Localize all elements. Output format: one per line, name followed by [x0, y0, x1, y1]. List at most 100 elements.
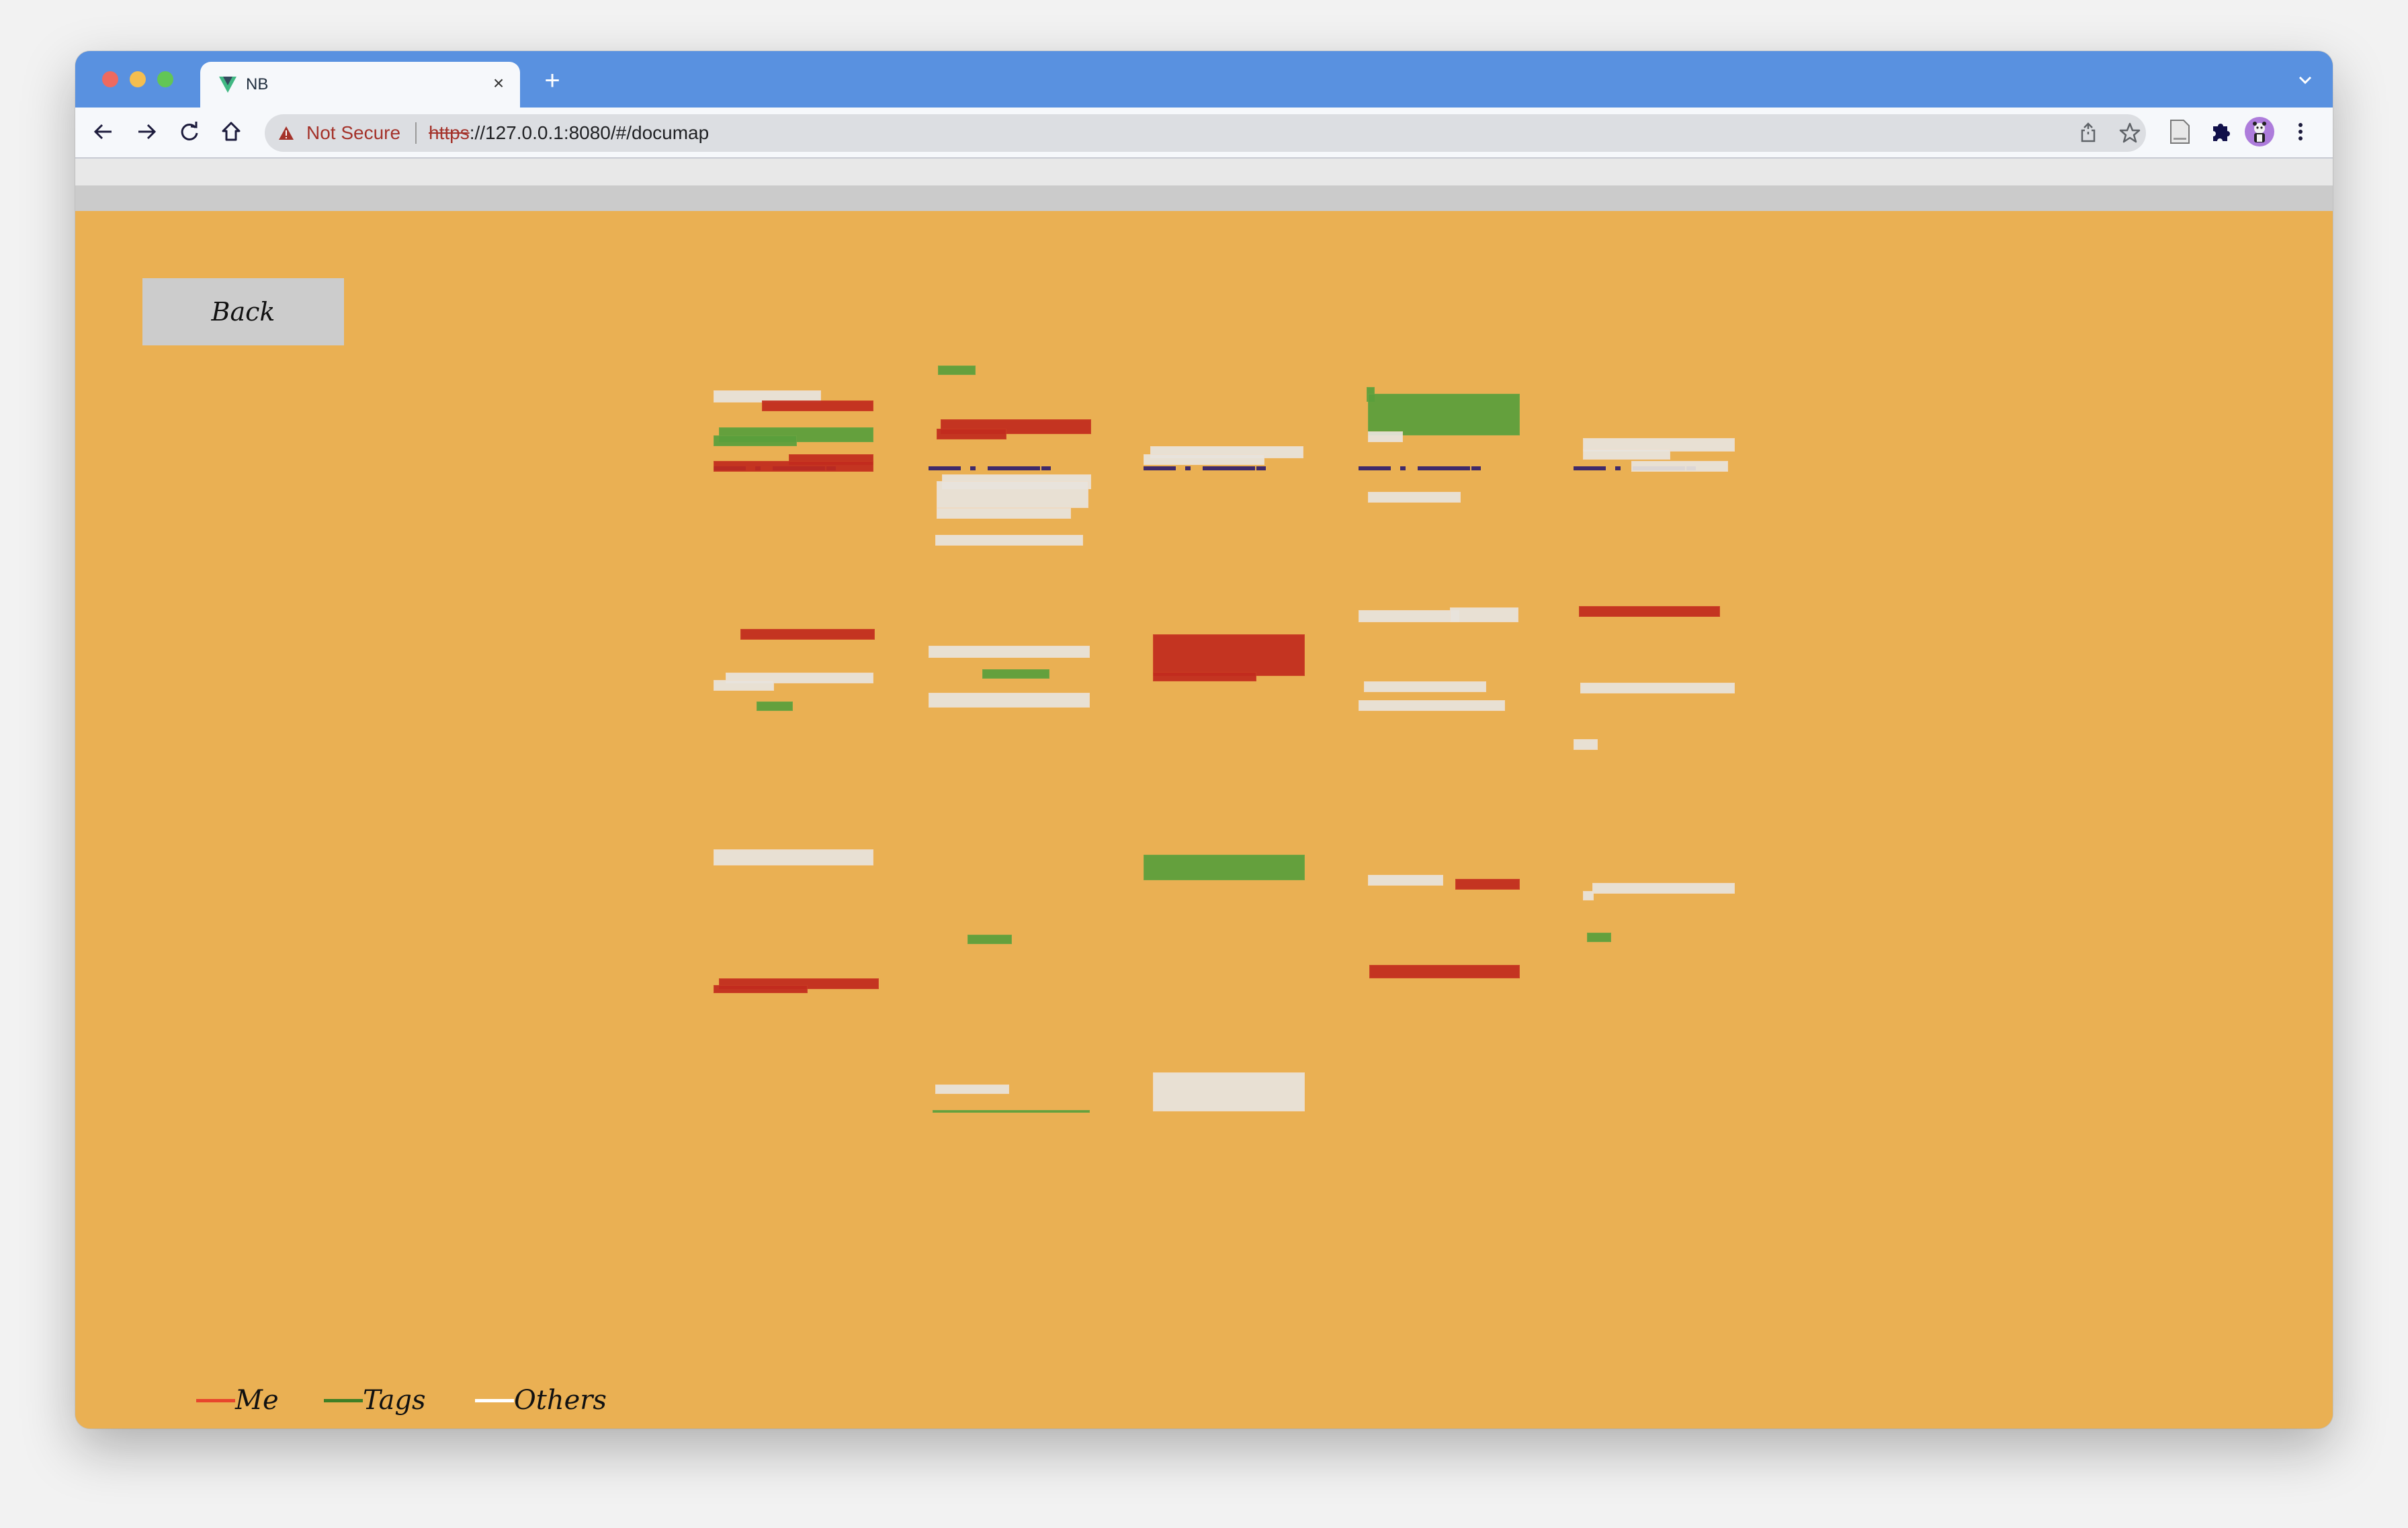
tab-nb[interactable]: NB × [200, 62, 520, 108]
highlight-others[interactable] [937, 481, 1088, 508]
profile-avatar-icon[interactable] [2245, 117, 2274, 146]
document-column-3 [1144, 211, 1312, 1353]
highlight-others[interactable] [1574, 739, 1598, 750]
highlight-others[interactable] [714, 680, 774, 691]
arrow-left-icon[interactable] [90, 118, 117, 145]
page-top-bar [75, 159, 2333, 185]
column-header-dash [1471, 466, 1481, 470]
highlight-others[interactable] [1368, 875, 1443, 886]
maximize-window-button[interactable] [157, 71, 173, 87]
browser-toolbar: Not Secure https://127.0.0.1:8080/#/docu… [75, 108, 2333, 159]
highlight-me[interactable] [714, 985, 808, 993]
highlight-others[interactable] [1153, 1072, 1305, 1111]
highlight-others[interactable] [935, 1085, 1009, 1094]
minimize-window-button[interactable] [130, 71, 146, 87]
column-header-dash [1256, 466, 1266, 470]
legend-swatch-others [475, 1398, 514, 1402]
reload-icon[interactable] [176, 118, 203, 145]
highlight-others[interactable] [1592, 883, 1735, 894]
close-window-button[interactable] [102, 71, 118, 87]
highlight-tags[interactable] [982, 669, 1049, 679]
home-icon[interactable] [218, 118, 245, 145]
highlight-tags[interactable] [757, 702, 793, 711]
highlight-others[interactable] [1583, 449, 1670, 460]
highlight-tags[interactable] [1144, 855, 1305, 880]
puzzle-icon[interactable] [2206, 117, 2236, 146]
highlight-me[interactable] [937, 429, 1006, 439]
security-status[interactable]: Not Secure [306, 122, 400, 144]
highlight-me[interactable] [1153, 672, 1256, 681]
column-header-dash [929, 466, 961, 470]
chevron-down-icon[interactable] [2295, 70, 2315, 90]
column-header-dash [1185, 466, 1191, 470]
highlight-tags[interactable] [714, 435, 797, 446]
star-icon[interactable] [2118, 121, 2142, 145]
document-column-1 [714, 211, 882, 1353]
highlight-tags[interactable] [968, 935, 1012, 944]
highlight-tags[interactable] [933, 1110, 1090, 1113]
documap-content: Back Me Tags Others [75, 211, 2333, 1429]
kebab-menu-icon[interactable] [2286, 117, 2315, 146]
document-icon[interactable] [2165, 117, 2194, 146]
highlight-tags[interactable] [1587, 933, 1611, 942]
legend-label: Others [514, 1385, 607, 1416]
highlight-others[interactable] [929, 693, 1090, 708]
highlight-others[interactable] [1368, 431, 1403, 442]
highlight-others[interactable] [935, 535, 1083, 546]
column-header-dash [1615, 466, 1621, 470]
arrow-right-icon[interactable] [133, 118, 160, 145]
highlight-me[interactable] [740, 629, 875, 640]
highlight-others[interactable] [1144, 454, 1264, 465]
legend-item-others: Others [475, 1380, 607, 1420]
warning-icon [279, 126, 294, 140]
url-scheme: https [429, 122, 470, 143]
legend-label: Me [235, 1385, 279, 1416]
legend-item-tags: Tags [324, 1380, 426, 1420]
column-header [1359, 466, 1481, 472]
tab-title: NB [246, 75, 269, 93]
highlight-others[interactable] [937, 508, 1071, 519]
back-button[interactable]: Back [142, 278, 344, 345]
url-text[interactable]: https://127.0.0.1:8080/#/documap [429, 122, 709, 144]
share-icon[interactable] [2076, 121, 2100, 145]
url-remainder: ://127.0.0.1:8080/#/documap [469, 122, 710, 143]
omnibox-divider [415, 122, 417, 144]
page-header-strip [75, 185, 2333, 211]
highlight-tags[interactable] [938, 366, 976, 375]
column-header-dash [1359, 466, 1391, 470]
legend-swatch-me [196, 1398, 235, 1402]
highlight-others[interactable] [1450, 607, 1518, 622]
highlight-others[interactable] [929, 646, 1090, 658]
address-bar[interactable]: Not Secure https://127.0.0.1:8080/#/docu… [265, 114, 2146, 152]
highlight-me[interactable] [1579, 606, 1720, 617]
highlight-others[interactable] [1368, 492, 1461, 503]
document-column-5 [1574, 211, 1742, 1353]
highlight-others[interactable] [1583, 891, 1594, 900]
highlight-me[interactable] [762, 400, 873, 411]
highlight-others[interactable] [1580, 683, 1735, 693]
highlight-me[interactable] [1369, 965, 1520, 978]
column-header [1144, 466, 1266, 472]
new-tab-button[interactable]: + [539, 67, 566, 94]
document-column-4 [1359, 211, 1526, 1353]
column-header-dash [988, 466, 1040, 470]
highlight-me[interactable] [1455, 879, 1520, 890]
highlight-me[interactable] [1153, 634, 1305, 676]
column-header-dash [1041, 466, 1051, 470]
legend-label: Tags [363, 1385, 426, 1416]
column-header-dash [1574, 466, 1606, 470]
highlight-tags[interactable] [1368, 394, 1520, 435]
highlight-others[interactable] [1364, 681, 1486, 692]
tab-close-icon[interactable]: × [486, 71, 511, 95]
highlight-others[interactable] [1359, 610, 1459, 622]
highlight-me[interactable] [714, 461, 873, 472]
highlight-others[interactable] [1631, 461, 1728, 472]
column-header-dash [970, 466, 976, 470]
document-column-2 [929, 211, 1096, 1353]
highlight-others[interactable] [1359, 700, 1505, 711]
vue-favicon-icon [219, 77, 236, 93]
tab-bar: NB × + [75, 51, 2333, 108]
column-header-dash [1144, 466, 1176, 470]
browser-window: NB × + Not Secure https://127.0.0.1:8080… [75, 51, 2333, 1429]
highlight-others[interactable] [714, 849, 873, 865]
